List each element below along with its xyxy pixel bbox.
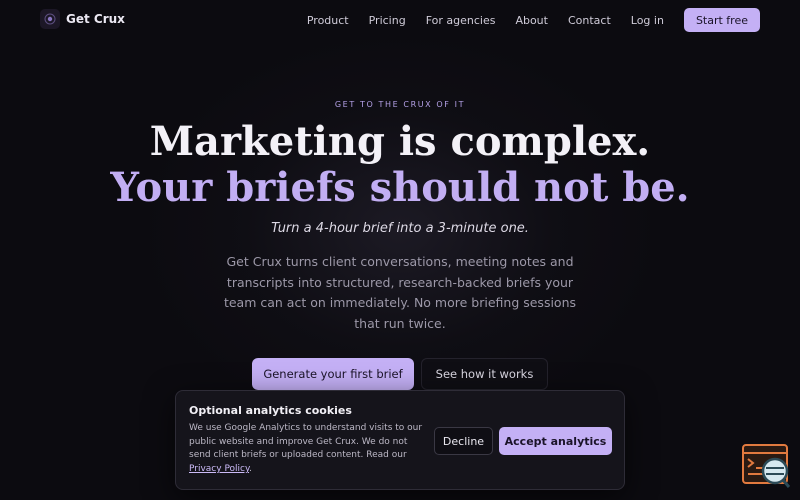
nav-link-product[interactable]: Product	[307, 14, 349, 27]
hero-description: Get Crux turns client conversations, mee…	[223, 254, 577, 331]
privacy-policy-link[interactable]: Privacy Policy	[189, 464, 249, 474]
cookie-period: .	[249, 464, 252, 475]
top-nav: Get Crux Product Pricing For agencies Ab…	[0, 0, 800, 40]
hero-tagline: Turn a 4-hour brief into a 3-minute one.	[271, 221, 529, 236]
brand-name: Get Crux	[66, 12, 125, 26]
nav-link-for-agencies[interactable]: For agencies	[426, 14, 496, 27]
headline-line-2: Your briefs should not be.	[110, 164, 690, 211]
crux-logo-icon	[40, 9, 60, 29]
nav-link-login[interactable]: Log in	[631, 14, 664, 27]
nav-links: Product Pricing For agencies About Conta…	[287, 8, 760, 32]
nav-link-about[interactable]: About	[515, 14, 548, 27]
help-widget-icon[interactable]	[742, 444, 792, 490]
cookie-banner: Optional analytics cookies We use Google…	[175, 390, 625, 490]
nav-link-contact[interactable]: Contact	[568, 14, 611, 27]
see-how-it-works-button[interactable]: See how it works	[421, 358, 548, 390]
cookie-body: We use Google Analytics to understand vi…	[189, 423, 423, 461]
hero-headline: Marketing is complex. Your briefs should…	[0, 119, 800, 211]
hero-eyebrow: GET TO THE CRUX OF IT	[334, 100, 466, 109]
brand[interactable]: Get Crux	[40, 9, 125, 29]
nav-link-pricing[interactable]: Pricing	[369, 14, 406, 27]
cookie-text: We use Google Analytics to understand vi…	[189, 422, 429, 477]
decline-button[interactable]: Decline	[434, 427, 493, 455]
cookie-title: Optional analytics cookies	[189, 404, 352, 417]
start-free-button[interactable]: Start free	[683, 8, 760, 32]
accept-analytics-button[interactable]: Accept analytics	[499, 427, 612, 455]
generate-brief-button[interactable]: Generate your first brief	[252, 358, 414, 390]
headline-line-1: Marketing is complex.	[149, 118, 651, 165]
